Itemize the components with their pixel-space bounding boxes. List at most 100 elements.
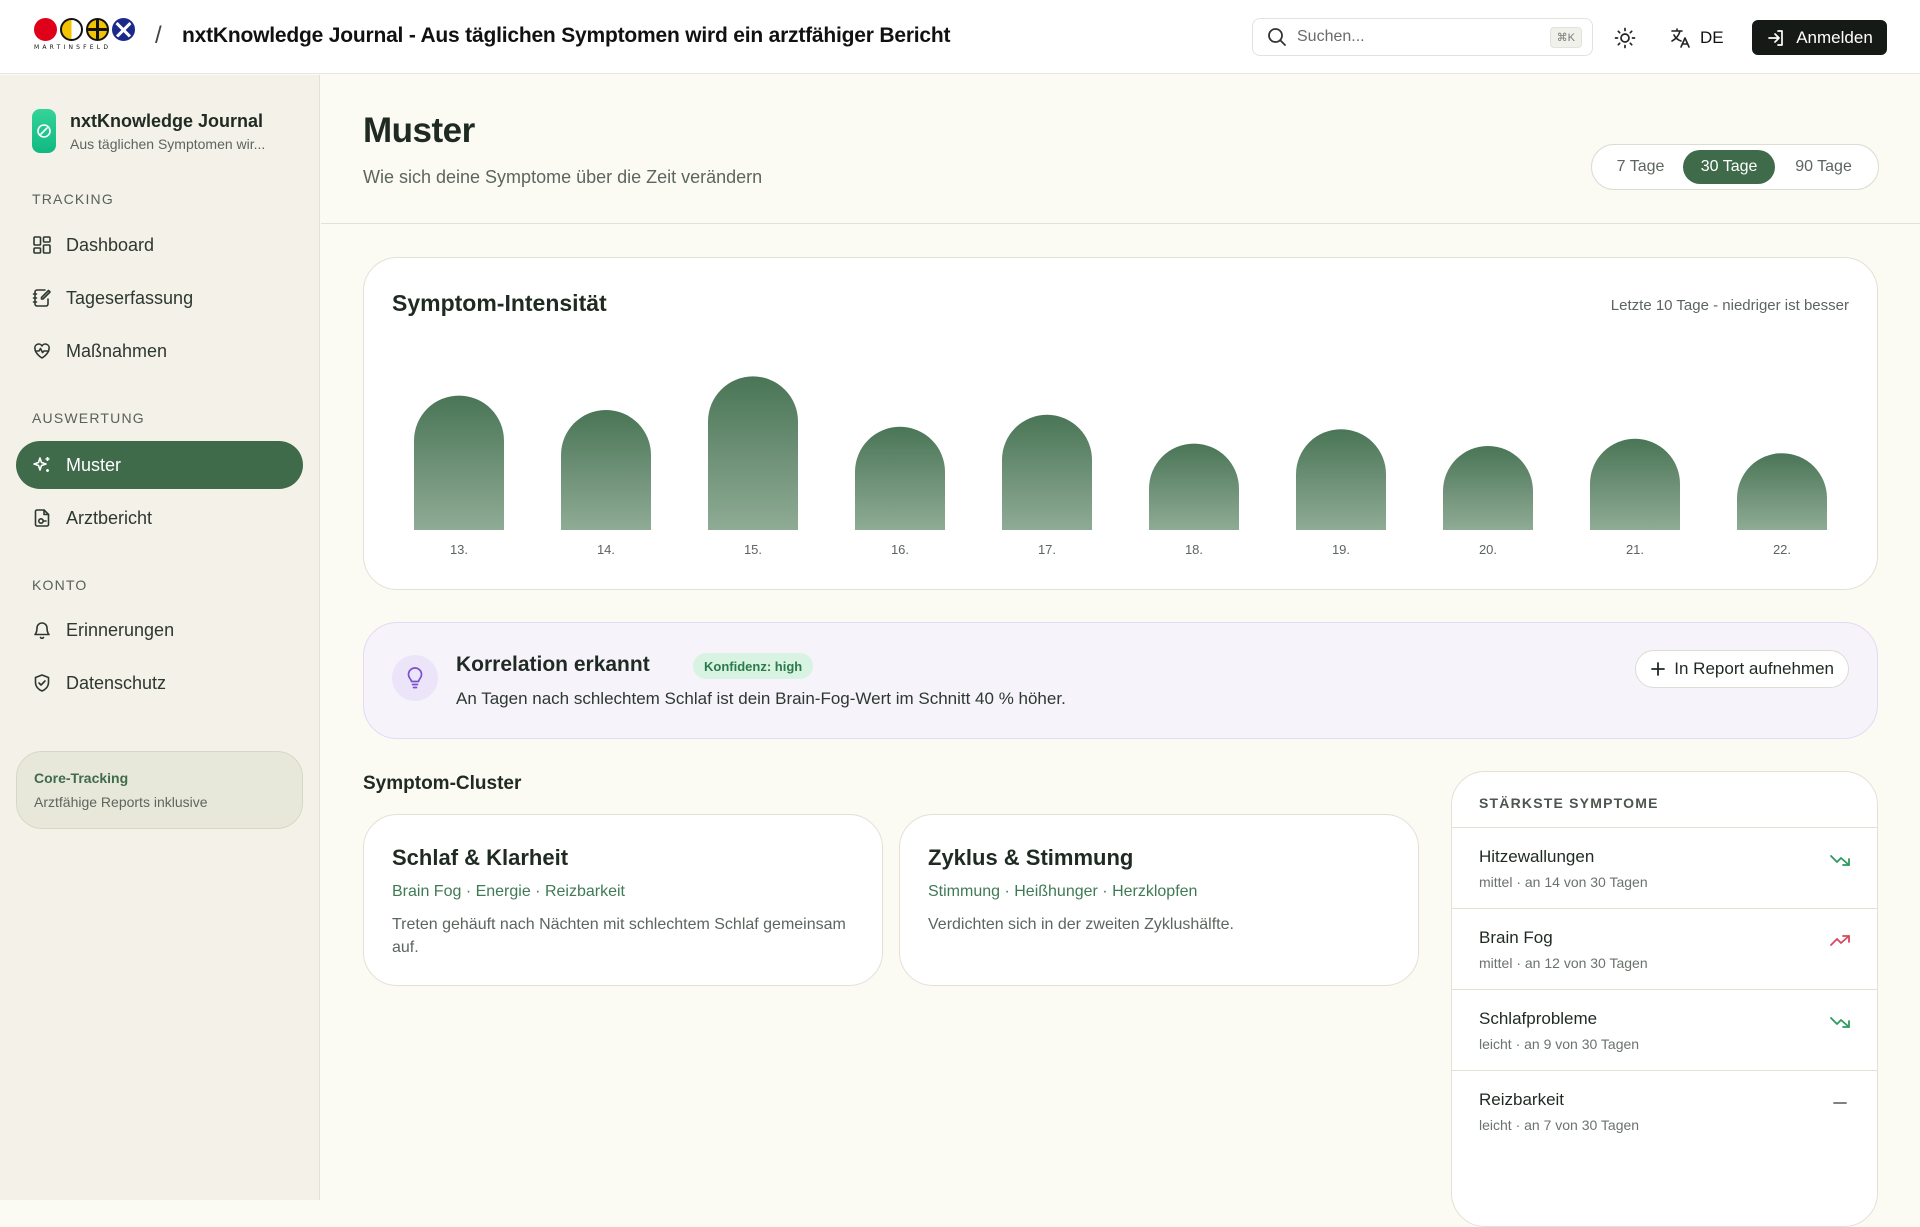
login-button[interactable]: Anmelden bbox=[1752, 20, 1887, 55]
brand-name: nxtKnowledge Journal bbox=[70, 110, 264, 131]
cluster-title: Zyklus & Stimmung bbox=[928, 845, 1134, 870]
cluster-description: Verdichten sich in der zweiten Zyklushäl… bbox=[928, 916, 1234, 933]
chart-bar[interactable] bbox=[708, 376, 798, 530]
page-header: Muster Wie sich deine Symptome über die … bbox=[321, 75, 1920, 224]
sidebar-item-label: Tageserfassung bbox=[66, 287, 194, 308]
chart-x-tick-label: 21. bbox=[1626, 542, 1644, 557]
trend-down-icon bbox=[1830, 855, 1850, 866]
search-shortcut-hint: ⌘K bbox=[1549, 26, 1582, 48]
range-option-90[interactable]: 90 Tage bbox=[1775, 150, 1872, 184]
add-to-report-label: In Report aufnehmen bbox=[1674, 659, 1834, 678]
symptom-row[interactable]: Reizbarkeit leicht · an 7 von 30 Tagen bbox=[1452, 1071, 1877, 1152]
sidebar-item-dashboard[interactable]: Dashboard bbox=[16, 221, 303, 269]
symptom-name: Reizbarkeit bbox=[1479, 1090, 1565, 1109]
add-to-report-button[interactable]: In Report aufnehmen bbox=[1635, 650, 1849, 688]
logo-half-circle bbox=[60, 18, 83, 41]
intensity-chart-card: Symptom-Intensität Letzte 10 Tage - nied… bbox=[363, 257, 1878, 590]
symptom-meta: mittel · an 12 von 30 Tagen bbox=[1479, 955, 1648, 971]
martinsfeld-logo[interactable]: MARTINSFELD bbox=[34, 18, 138, 56]
confidence-badge: Konfidenz: high bbox=[693, 653, 814, 679]
chart-x-tick-label: 16. bbox=[891, 542, 909, 557]
chart-bar[interactable] bbox=[1443, 446, 1533, 530]
theme-toggle-button[interactable] bbox=[1611, 24, 1639, 52]
chart-bar[interactable] bbox=[414, 395, 504, 530]
language-switcher[interactable]: DE bbox=[1670, 24, 1724, 52]
sidebar-item-label: Datenschutz bbox=[66, 672, 167, 693]
chart-bar[interactable] bbox=[561, 410, 651, 530]
search-box[interactable]: ⌘K bbox=[1252, 18, 1593, 56]
sidebar-item-label: Dashboard bbox=[66, 234, 155, 255]
symptom-meta: leicht · an 9 von 30 Tagen bbox=[1479, 1036, 1640, 1052]
sidebar-item-label: Muster bbox=[66, 454, 122, 475]
correlation-text: An Tagen nach schlechtem Schlaf ist dein… bbox=[456, 689, 1066, 708]
brand[interactable]: nxtKnowledge Journal Aus täglichen Sympt… bbox=[32, 109, 285, 153]
nav-section-konto: KONTO bbox=[32, 577, 88, 593]
brand-logo-icon bbox=[32, 109, 56, 153]
cluster-description: Treten gehäuft nach Nächten mit schlecht… bbox=[392, 916, 846, 956]
brand-subtitle: Aus täglichen Symptomen wir... bbox=[70, 135, 266, 152]
search-icon bbox=[1268, 28, 1286, 46]
chart-bar[interactable] bbox=[1296, 429, 1386, 530]
chart-x-tick-label: 18. bbox=[1185, 542, 1203, 557]
sidebar: nxtKnowledge Journal Aus täglichen Sympt… bbox=[0, 75, 320, 1200]
bell-icon bbox=[34, 622, 50, 640]
page-subtitle: Wie sich deine Symptome über die Zeit ve… bbox=[363, 167, 763, 187]
symptom-row[interactable]: Hitzewallungen mittel · an 14 von 30 Tag… bbox=[1452, 828, 1877, 909]
chart-x-tick-label: 20. bbox=[1479, 542, 1497, 557]
chart-x-tick-label: 14. bbox=[597, 542, 615, 557]
chart-bar[interactable] bbox=[1737, 453, 1827, 530]
main-content: Muster Wie sich deine Symptome über die … bbox=[321, 75, 1920, 1227]
sidebar-item-arztbericht[interactable]: Arztbericht bbox=[16, 494, 303, 542]
logo-blue-circle bbox=[112, 18, 135, 41]
top-symptoms-heading: STÄRKSTE SYMPTOME bbox=[1452, 772, 1877, 828]
search-input[interactable] bbox=[1297, 28, 1550, 46]
shield-check-icon bbox=[34, 674, 50, 692]
symptom-row[interactable]: Brain Fog mittel · an 12 von 30 Tagen bbox=[1452, 909, 1877, 990]
symptom-name: Brain Fog bbox=[1479, 928, 1553, 947]
sidebar-item-datenschutz[interactable]: Datenschutz bbox=[16, 659, 303, 707]
notebook-pen-icon bbox=[32, 289, 51, 307]
trend-flat-icon bbox=[1833, 1102, 1847, 1104]
cluster-card[interactable]: Schlaf & Klarheit Brain Fog · Energie · … bbox=[363, 814, 883, 986]
plan-title: Core-Tracking bbox=[34, 770, 129, 786]
cluster-tags: Stimmung · Heißhunger · Herzklopfen bbox=[928, 883, 1198, 900]
correlation-card: Korrelation erkannt Konfidenz: high An T… bbox=[363, 622, 1878, 739]
plus-icon bbox=[1651, 662, 1666, 676]
chart-bar[interactable] bbox=[855, 426, 945, 530]
translate-icon bbox=[1671, 28, 1690, 48]
symptom-meta: leicht · an 7 von 30 Tagen bbox=[1479, 1117, 1640, 1133]
top-symptoms-card: STÄRKSTE SYMPTOME Hitzewallungen mittel … bbox=[1451, 771, 1878, 1227]
heart-pulse-icon bbox=[34, 343, 50, 359]
sidebar-item-erinnerungen[interactable]: Erinnerungen bbox=[16, 606, 303, 654]
symptom-name: Hitzewallungen bbox=[1479, 847, 1595, 866]
range-selector: 7 Tage 30 Tage 90 Tage bbox=[1591, 144, 1879, 190]
chart-bar[interactable] bbox=[1590, 438, 1680, 530]
range-option-30[interactable]: 30 Tage bbox=[1683, 150, 1776, 184]
symptom-meta: mittel · an 14 von 30 Tagen bbox=[1479, 874, 1648, 890]
sidebar-item-tageserfassung[interactable]: Tageserfassung bbox=[16, 274, 303, 322]
sidebar-item-massnahmen[interactable]: Maßnahmen bbox=[16, 327, 303, 375]
language-label: DE bbox=[1700, 28, 1724, 47]
dashboard-icon bbox=[33, 236, 51, 254]
chart-bar[interactable] bbox=[1002, 414, 1092, 530]
plan-card[interactable]: Core-Tracking Arztfähige Reports inklusi… bbox=[16, 751, 303, 829]
app-title: nxtKnowledge Journal - Aus täglichen Sym… bbox=[182, 24, 951, 47]
logo-red-circle bbox=[34, 18, 57, 41]
trend-down-icon bbox=[1830, 1017, 1850, 1028]
symptom-row[interactable]: Schlafprobleme leicht · an 9 von 30 Tage… bbox=[1452, 990, 1877, 1071]
file-report-icon bbox=[34, 509, 50, 527]
range-option-7[interactable]: 7 Tage bbox=[1598, 150, 1683, 184]
nav-section-tracking: TRACKING bbox=[32, 191, 114, 207]
chart-x-tick-label: 13. bbox=[450, 542, 468, 557]
chart-x-tick-label: 22. bbox=[1773, 542, 1791, 557]
plan-subtitle: Arztfähige Reports inklusive bbox=[34, 794, 208, 810]
cluster-card[interactable]: Zyklus & Stimmung Stimmung · Heißhunger … bbox=[899, 814, 1419, 986]
chart-bar[interactable] bbox=[1149, 443, 1239, 530]
trend-up-icon bbox=[1830, 935, 1850, 946]
chart-x-tick-label: 17. bbox=[1038, 542, 1056, 557]
sidebar-item-label: Arztbericht bbox=[66, 507, 153, 528]
sidebar-item-muster[interactable]: Muster bbox=[16, 441, 303, 489]
top-bar: MARTINSFELD / nxtKnowledge Journal - Aus… bbox=[0, 0, 1920, 74]
lightbulb-icon bbox=[392, 655, 438, 701]
nav-section-auswertung: AUSWERTUNG bbox=[32, 410, 145, 426]
